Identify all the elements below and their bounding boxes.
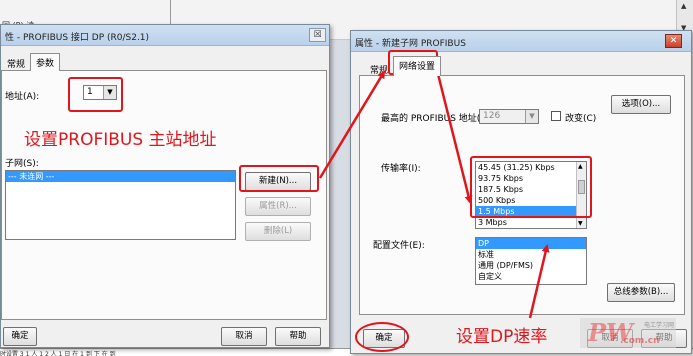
delete-subnet-button[interactable]: 删除(L) [245,222,311,241]
watermark-site: 电工学习网 [644,322,675,329]
tab-network-settings[interactable]: 网络设置 [393,56,442,76]
profile-label: 配置文件(E): [373,241,425,251]
baud-rate-list[interactable]: 45.45 (31.25) Kbps 93.75 Kbps 187.5 Kbps… [475,161,587,229]
dialog-title: 性 - PROFIBUS 接口 DP (R0/S2.1) [5,33,150,43]
subnet-properties-dialog: 属性 - 新建子网 PROFIBUS ✕ 常规 网络设置 最高的 PROFIBU… [350,30,692,354]
highest-address-select[interactable]: 126 ▼ [479,109,539,124]
watermark-domain: .com.cn [620,336,660,346]
change-label: 改变(C) [565,114,597,124]
dialog-title: 属性 - 新建子网 PROFIBUS [355,39,466,49]
ok-button[interactable]: 确定 [3,327,37,346]
subnet-label: 子网(S): [5,159,39,169]
address-value: 1 [87,87,93,97]
address-select[interactable]: 1 ▼ [83,85,117,100]
watermark-logo: PW .com.cn 电工学习网 [580,318,676,348]
scroll-up-icon[interactable]: ▲ [578,163,583,170]
scroll-thumb[interactable] [578,180,585,194]
scroll-down-icon[interactable]: ▼ [578,220,583,227]
subnet-item[interactable]: --- 未连网 --- [6,171,235,182]
profile-item[interactable]: 通用 (DP/FMS) [476,260,586,271]
dialog-title-bar[interactable]: 属性 - 新建子网 PROFIBUS ✕ [351,31,691,52]
change-checkbox[interactable] [551,111,561,121]
ok-button[interactable]: 确定 [363,329,405,348]
subnet-list[interactable]: --- 未连网 --- [5,170,236,240]
baud-rate-item[interactable]: 500 Kbps [476,195,586,206]
new-subnet-button[interactable]: 新建(N)... [245,172,311,191]
bus-parameters-button[interactable]: 总线参数(B)... [607,283,675,302]
help-button[interactable]: 帮助 [275,327,321,346]
scroll-up-icon[interactable]: ▲ [681,2,686,10]
highest-address-label: 最高的 PROFIBUS 地址(H): [381,114,494,124]
close-icon[interactable]: ☒ [309,28,326,42]
cancel-button[interactable]: 取消 [221,327,267,346]
profile-item[interactable]: 标准 [476,249,586,260]
annotation-dp-rate: 设置DP速率 [456,327,548,347]
tab-parameters[interactable]: 参数 [30,53,61,71]
address-label: 地址(A): [5,92,40,102]
baud-rate-scrollbar[interactable]: ▲ ▼ [576,162,586,228]
profile-item-selected[interactable]: DP [476,238,586,249]
highest-address-value: 126 [483,111,501,121]
chevron-down-icon[interactable]: ▼ [525,110,538,123]
annotation-master-address: 设置PROFIBUS 主站地址 [24,130,217,150]
baud-rate-item[interactable]: 93.75 Kbps [476,173,586,184]
options-button[interactable]: 选项(O)... [611,95,671,114]
interface-properties-dialog: 性 - PROFIBUS 接口 DP (R0/S2.1) ☒ 常规 参数 地址(… [0,24,330,348]
baud-rate-item[interactable]: 45.45 (31.25) Kbps [476,162,586,173]
baud-rate-label: 传输率(I): [381,164,421,174]
dialog-title-bar[interactable]: 性 - PROFIBUS 接口 DP (R0/S2.1) ☒ [1,25,329,46]
subnet-properties-button[interactable]: 属性(R)... [245,197,311,216]
close-icon[interactable]: ✕ [665,34,682,48]
baud-rate-item-selected[interactable]: 1.5 Mbps [476,206,586,217]
profile-item[interactable]: 自定义 [476,271,586,282]
profile-list[interactable]: DP 标准 通用 (DP/FMS) 自定义 [475,237,587,285]
chevron-down-icon[interactable]: ▼ [103,86,116,99]
baud-rate-item[interactable]: 187.5 Kbps [476,184,586,195]
baud-rate-item[interactable]: 3 Mbps [476,217,586,228]
